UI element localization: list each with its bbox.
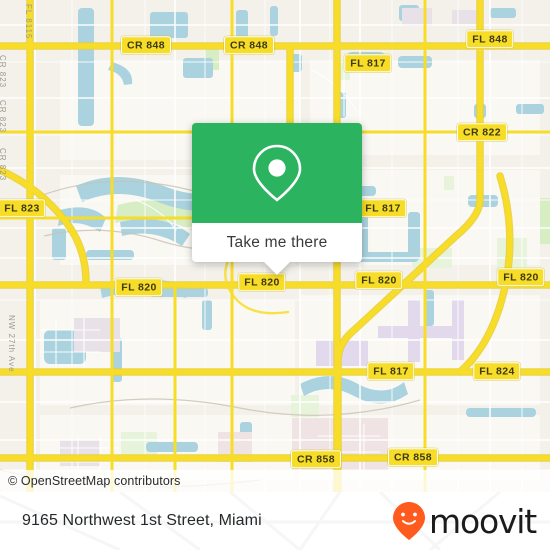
location-popup[interactable]: Take me there <box>192 123 362 275</box>
map-attribution: © OpenStreetMap contributors <box>0 470 550 492</box>
road-shield: FL 820 <box>115 278 163 296</box>
popup-action-area[interactable]: Take me there <box>192 223 362 275</box>
road-shield: FL 823 <box>0 199 46 217</box>
road-shield: FL 848 <box>466 30 514 48</box>
map-pin-icon <box>252 144 302 202</box>
popup-icon-area <box>192 123 362 223</box>
map-screenshot-root: .bg{fill:#f4f1ea} .blk{fill:#faf8f3} .wt… <box>0 0 550 550</box>
moovit-logo[interactable]: moovit <box>392 492 537 550</box>
street-label: FL 8115 <box>24 4 33 40</box>
attribution-text: © OpenStreetMap contributors <box>8 474 181 488</box>
street-label: CR 823 <box>0 55 7 89</box>
moovit-pin-smiley-icon <box>393 502 426 540</box>
footer-bar: 9165 Northwest 1st Street, Miami moovit <box>0 492 550 550</box>
popup-pointer <box>264 262 290 275</box>
moovit-wordmark: moovit <box>429 501 537 541</box>
road-shield: CR 858 <box>290 450 342 468</box>
road-shield: FL 817 <box>344 54 392 72</box>
road-shield: CR 822 <box>456 123 508 141</box>
street-label: CR 823 <box>0 148 7 182</box>
road-shield: FL 817 <box>359 199 407 217</box>
address-label: 9165 Northwest 1st Street, Miami <box>22 512 262 529</box>
road-shield: FL 817 <box>367 362 415 380</box>
street-label: CR 823 <box>0 100 7 134</box>
address-text: 9165 Northwest 1st Street, Miami <box>22 492 262 550</box>
street-label: NW 27th Ave <box>7 315 16 373</box>
road-shield: CR 848 <box>223 36 275 54</box>
road-shield: CR 858 <box>387 448 439 466</box>
take-me-there-label: Take me there <box>226 233 328 251</box>
road-shield: CR 848 <box>120 36 172 54</box>
road-shield: FL 820 <box>238 273 286 291</box>
map-viewport[interactable]: .bg{fill:#f4f1ea} .blk{fill:#faf8f3} .wt… <box>0 0 550 492</box>
road-shield: FL 820 <box>497 268 545 286</box>
road-shield: FL 820 <box>355 271 403 289</box>
road-shield: FL 824 <box>473 362 521 380</box>
